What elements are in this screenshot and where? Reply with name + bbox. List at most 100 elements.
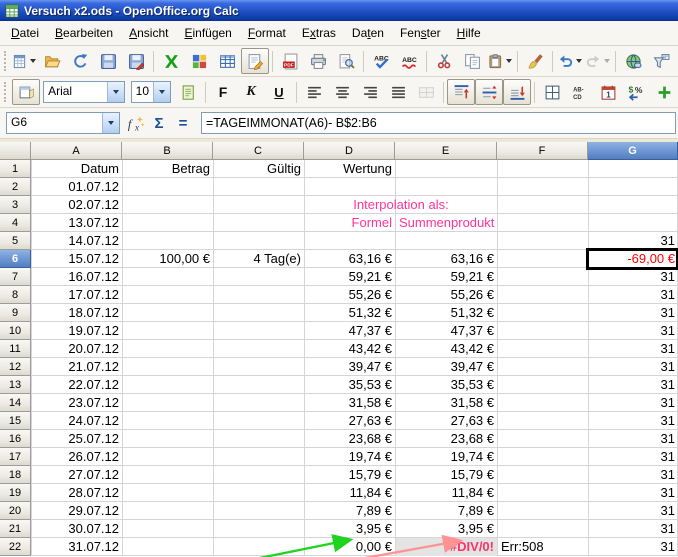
name-box[interactable]: G6 [6, 112, 120, 134]
row-header-22[interactable]: 22 [0, 538, 31, 556]
cell-D19[interactable]: 11,84 € [305, 484, 395, 502]
italic-icon[interactable]: K [237, 79, 265, 105]
cell-A10[interactable]: 19.07.12 [32, 322, 122, 340]
undo-dropdown-icon[interactable] [576, 59, 582, 63]
cell-A21[interactable]: 30.07.12 [32, 520, 122, 538]
font-name-combo[interactable]: Arial [43, 81, 125, 103]
date-format-icon[interactable]: 1 [594, 79, 622, 105]
cell-E12[interactable]: 39,47 € [396, 358, 497, 376]
cell-E17[interactable]: 19,74 € [396, 448, 497, 466]
justify-icon[interactable] [384, 79, 412, 105]
cell-D14[interactable]: 31,58 € [305, 394, 395, 412]
align-bottom-icon[interactable] [503, 79, 531, 105]
cell-E7[interactable]: 59,21 € [396, 268, 497, 286]
cell-G18[interactable]: 31 [589, 466, 678, 484]
cell-E9[interactable]: 51,32 € [396, 304, 497, 322]
reload-icon[interactable] [66, 48, 94, 74]
align-top-icon[interactable] [447, 79, 475, 105]
col-header-D[interactable]: D [304, 142, 395, 160]
new-spreadsheet-dropdown-icon[interactable] [30, 59, 36, 63]
cell-A13[interactable]: 22.07.12 [32, 376, 122, 394]
cut-icon[interactable] [430, 48, 458, 74]
cell-A4[interactable]: 13.07.12 [32, 214, 122, 232]
menu-item-einfgen[interactable]: Einfügen [176, 23, 239, 44]
cell-A6[interactable]: 15.07.12 [32, 250, 122, 268]
row-header-9[interactable]: 9 [0, 304, 31, 322]
cell-D20[interactable]: 7,89 € [305, 502, 395, 520]
row-header-15[interactable]: 15 [0, 412, 31, 430]
row-header-6[interactable]: 6 [0, 250, 31, 268]
add-decimal-icon[interactable] [650, 79, 678, 105]
cell-A5[interactable]: 14.07.12 [32, 232, 122, 250]
cell-D1[interactable]: Wertung [305, 160, 395, 178]
row-header-7[interactable]: 7 [0, 268, 31, 286]
cell-A20[interactable]: 29.07.12 [32, 502, 122, 520]
cell-E18[interactable]: 15,79 € [396, 466, 497, 484]
row-header-10[interactable]: 10 [0, 322, 31, 340]
cell-E16[interactable]: 23,68 € [396, 430, 497, 448]
save-icon[interactable] [94, 48, 122, 74]
cell-A14[interactable]: 23.07.12 [32, 394, 122, 412]
row-header-17[interactable]: 17 [0, 448, 31, 466]
font-name-dropdown[interactable] [107, 82, 124, 102]
cell-E4[interactable]: Summenprodukt [396, 214, 497, 232]
edit-mode-icon[interactable] [241, 48, 269, 74]
cell-G16[interactable]: 31 [589, 430, 678, 448]
currency-percent-icon[interactable]: $% [622, 79, 650, 105]
row-header-4[interactable]: 4 [0, 214, 31, 232]
titlebar[interactable]: Versuch x2.ods - OpenOffice.org Calc [0, 0, 678, 21]
cell-D9[interactable]: 51,32 € [305, 304, 395, 322]
menu-item-daten[interactable]: Daten [344, 23, 392, 44]
paste-icon[interactable] [486, 48, 514, 74]
menu-item-datei[interactable]: Datei [3, 23, 47, 44]
row-header-8[interactable]: 8 [0, 286, 31, 304]
menu-item-hilfe[interactable]: Hilfe [449, 23, 489, 44]
cell-E6[interactable]: 63,16 € [396, 250, 497, 268]
function-wizard-icon[interactable]: fx [123, 112, 147, 134]
cell-E8[interactable]: 55,26 € [396, 286, 497, 304]
cell-G14[interactable]: 31 [589, 394, 678, 412]
cell-G10[interactable]: 31 [589, 322, 678, 340]
gallery-icon[interactable] [185, 48, 213, 74]
cell-E15[interactable]: 27,63 € [396, 412, 497, 430]
toolbar-grip[interactable] [4, 51, 6, 71]
autofilter-icon[interactable] [647, 48, 675, 74]
open-icon[interactable] [38, 48, 66, 74]
cell-G9[interactable]: 31 [589, 304, 678, 322]
row-header-20[interactable]: 20 [0, 502, 31, 520]
cell-A16[interactable]: 25.07.12 [32, 430, 122, 448]
page-preview-icon[interactable] [332, 48, 360, 74]
equals-icon[interactable]: = [171, 112, 195, 134]
align-left-icon[interactable] [300, 79, 328, 105]
styles-icon[interactable] [12, 79, 40, 105]
menu-item-fenster[interactable]: Fenster [392, 23, 449, 44]
menu-item-extras[interactable]: Extras [294, 23, 344, 44]
cell-A22[interactable]: 31.07.12 [32, 538, 122, 556]
cell-G17[interactable]: 31 [589, 448, 678, 466]
excel-icon[interactable] [157, 48, 185, 74]
cell-D12[interactable]: 39,47 € [305, 358, 395, 376]
toolbar-grip[interactable] [4, 82, 8, 102]
cell-A8[interactable]: 17.07.12 [32, 286, 122, 304]
hyperlink-icon[interactable] [619, 48, 647, 74]
cell-D15[interactable]: 27,63 € [305, 412, 395, 430]
cell-A3[interactable]: 02.07.12 [32, 196, 122, 214]
row-header-5[interactable]: 5 [0, 232, 31, 250]
formula-input[interactable] [201, 112, 676, 134]
cell-D18[interactable]: 15,79 € [305, 466, 395, 484]
sum-icon[interactable]: Σ [147, 112, 171, 134]
print-icon[interactable] [304, 48, 332, 74]
cell-A15[interactable]: 24.07.12 [32, 412, 122, 430]
row-header-16[interactable]: 16 [0, 430, 31, 448]
row-header-11[interactable]: 11 [0, 340, 31, 358]
row-header-19[interactable]: 19 [0, 484, 31, 502]
cell-D6[interactable]: 63,16 € [305, 250, 395, 268]
select-all-corner[interactable] [0, 142, 31, 160]
cell-D13[interactable]: 35,53 € [305, 376, 395, 394]
cell-D10[interactable]: 47,37 € [305, 322, 395, 340]
align-right-icon[interactable] [356, 79, 384, 105]
cell-D22[interactable]: 0,00 € [305, 538, 395, 556]
cell-D3[interactable]: Interpolation als: [305, 196, 497, 214]
menu-item-format[interactable]: Format [240, 23, 294, 44]
col-header-G[interactable]: G [588, 142, 678, 160]
